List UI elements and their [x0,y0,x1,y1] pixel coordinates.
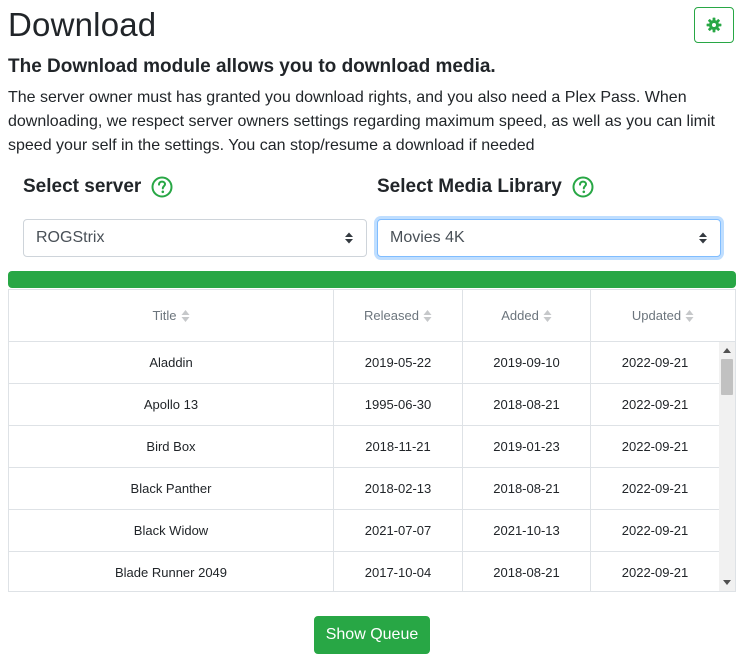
table-body: Aladdin 2019-05-22 2019-09-10 2022-09-21… [9,342,735,591]
page-subtitle: The Download module allows you to downlo… [8,56,496,77]
cell-released: 2018-11-21 [334,426,463,467]
cell-released: 2021-07-07 [334,510,463,551]
cell-released: 1995-06-30 [334,384,463,425]
cell-updated: 2022-09-21 [621,355,689,370]
progress-fill [8,271,736,288]
server-select-value: ROGStrix [36,229,105,246]
cell-title: Black Widow [9,510,334,551]
column-header-released[interactable]: Released [334,290,463,341]
table-row[interactable]: Black Widow 2021-07-07 2021-10-13 2022-0… [9,510,719,552]
table-header: Title Released Added Updated [9,290,735,342]
gear-icon [706,17,722,33]
cell-added: 2019-01-23 [463,426,591,467]
cell-added: 2021-10-13 [463,510,591,551]
server-label-row: Select server [23,176,173,198]
sort-icon [423,309,432,322]
cell-updated: 2022-09-21 [621,439,689,454]
cell-added: 2018-08-21 [463,384,591,425]
cell-title: Blade Runner 2049 [9,552,334,591]
table-row[interactable]: Blade Runner 2049 2017-10-04 2018-08-21 … [9,552,719,591]
question-circle-icon[interactable] [572,176,594,198]
column-header-updated[interactable]: Updated [591,290,735,341]
cell-added: 2019-09-10 [463,342,591,383]
progress-bar [8,271,736,288]
cell-updated: 2022-09-21 [621,481,689,496]
page-description: The server owner must has granted you do… [8,89,715,154]
scroll-up-icon[interactable] [723,348,731,353]
library-label-row: Select Media Library [377,176,594,198]
cell-updated: 2022-09-21 [621,565,689,580]
settings-button[interactable] [694,7,734,43]
table-row[interactable]: Aladdin 2019-05-22 2019-09-10 2022-09-21 [9,342,719,384]
sort-icon [543,309,552,322]
table-scrollbar[interactable] [719,342,735,591]
cell-released: 2018-02-13 [334,468,463,509]
sort-icon [685,309,694,322]
cell-released: 2017-10-04 [334,552,463,591]
server-select-label: Select server [23,176,142,197]
table-row[interactable]: Black Panther 2018-02-13 2018-08-21 2022… [9,468,719,510]
cell-added: 2018-08-21 [463,552,591,591]
table-row[interactable]: Apollo 13 1995-06-30 2018-08-21 2022-09-… [9,384,719,426]
media-table: Title Released Added Updated Aladdin 201… [8,289,736,592]
library-select-value: Movies 4K [390,229,465,246]
question-circle-icon[interactable] [151,176,173,198]
chevron-updown-icon [699,232,707,244]
page-title: Download [8,6,157,43]
cell-released: 2019-05-22 [334,342,463,383]
cell-title: Bird Box [9,426,334,467]
table-row[interactable]: Bird Box 2018-11-21 2019-01-23 2022-09-2… [9,426,719,468]
cell-added: 2018-08-21 [463,468,591,509]
scroll-down-icon[interactable] [723,580,731,585]
scrollbar-thumb[interactable] [721,359,733,395]
cell-title: Apollo 13 [9,384,334,425]
chevron-updown-icon [345,232,353,244]
cell-updated: 2022-09-21 [621,397,689,412]
column-header-added[interactable]: Added [463,290,591,341]
server-select[interactable]: ROGStrix [23,219,367,257]
cell-updated: 2022-09-21 [621,523,689,538]
library-select[interactable]: Movies 4K [377,219,721,257]
sort-icon [181,309,190,322]
column-header-title[interactable]: Title [9,290,334,341]
cell-title: Black Panther [9,468,334,509]
show-queue-button[interactable]: Show Queue [314,616,430,654]
cell-title: Aladdin [9,342,334,383]
library-select-label: Select Media Library [377,176,562,197]
